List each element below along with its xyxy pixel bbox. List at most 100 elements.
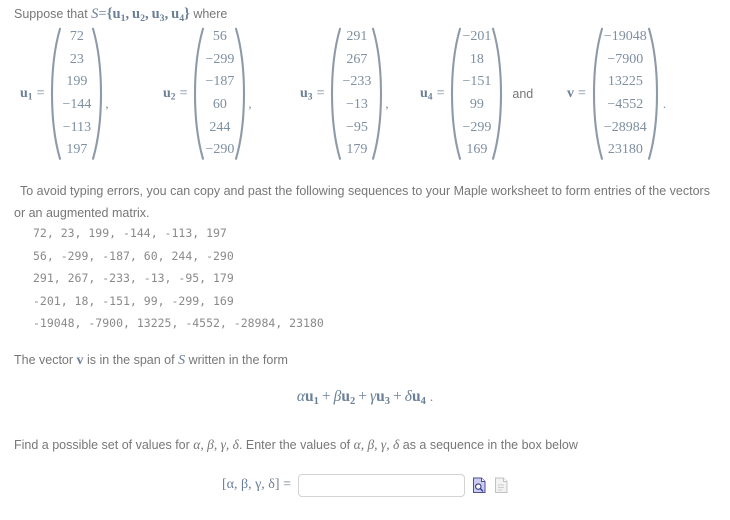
vector-group-v: v = −19048 −7900 13225 −4552 −28984 2318… [567, 18, 666, 170]
vector-separator-comma: , [105, 96, 109, 111]
term-1: αu1 [296, 388, 319, 407]
vector-separator-comma: , [385, 96, 389, 111]
left-parenthesis-icon [192, 26, 205, 162]
equals-sign-u3: = [316, 86, 325, 101]
vector-group-u2: u2 = 56 −299 −187 60 244 −290 , [163, 18, 254, 170]
vector-entry: 56 [212, 29, 227, 45]
vector-entry: −113 [62, 119, 92, 135]
document-icon[interactable] [494, 477, 509, 494]
vector-entries-u4: −201 18 −151 99 −299 169 [462, 26, 491, 162]
term-2: βu2 [333, 388, 356, 407]
greek-list-1: α, β, γ, δ [193, 437, 239, 452]
right-parenthesis-icon [491, 26, 504, 162]
vector-entry: 291 [346, 29, 368, 45]
vector-entry: 99 [469, 97, 484, 112]
vector-group-u4: u4 = −201 18 −151 99 −299 169 and [420, 18, 539, 170]
find-sentence-part1: Find a possible set of values for [14, 438, 190, 452]
greek-list-2: α, β, γ, δ [353, 437, 400, 452]
right-parenthesis-icon [91, 26, 104, 162]
answer-row: [α, β, γ, δ] = [222, 470, 509, 500]
right-parenthesis-icon [371, 26, 384, 162]
vector-entry: 267 [346, 51, 368, 67]
vector-entries-u2: 56 −299 −187 60 244 −290 [205, 26, 234, 162]
span-sentence: The vector v is in the span of S written… [14, 349, 288, 372]
vector-entry: −233 [342, 74, 372, 90]
equals-sign-u1: = [36, 86, 45, 101]
span-sentence-part3: written in the form [188, 353, 288, 367]
vector-entry: 13225 [607, 74, 643, 90]
vector-group-u1: u1 = 72 23 199 −144 −113 197 , [20, 18, 111, 170]
vector-entry: −144 [62, 97, 92, 112]
left-parenthesis-icon [329, 26, 342, 162]
term-3: γu3 [370, 388, 391, 407]
formula-trailing-period: . [429, 389, 434, 404]
vector-entry: −4552 [607, 97, 644, 112]
vector-label-v: v [567, 86, 574, 101]
vector-entry: 23 [69, 51, 84, 67]
vector-matrix-u3: 291 267 −233 −13 −95 179 [329, 26, 384, 162]
vector-entry: 169 [466, 142, 488, 158]
equals-sign-u2: = [179, 86, 188, 101]
vector-entry: 18 [469, 51, 484, 67]
vector-entry: −13 [345, 97, 368, 112]
equals-sign-u4: = [436, 86, 445, 101]
vector-entry: 60 [212, 97, 227, 112]
span-set-symbol: S [178, 353, 186, 368]
vector-entry: −299 [205, 51, 235, 67]
copy-paste-note: To avoid typing errors, you can copy and… [14, 184, 710, 220]
sequence-line[interactable]: 56, -299, -187, 60, 244, -290 [33, 245, 324, 268]
vector-label-u4: u4 [420, 86, 433, 103]
vector-entries-u3: 291 267 −233 −13 −95 179 [342, 26, 371, 162]
vector-label-u2: u2 [163, 86, 176, 103]
vector-matrix-u4: −201 18 −151 99 −299 169 [449, 26, 504, 162]
left-parenthesis-icon [591, 26, 604, 162]
sequence-list: 72, 23, 199, -144, -113, 197 56, -299, -… [33, 222, 324, 335]
document-preview-icon[interactable] [472, 477, 487, 494]
trailing-period: . [662, 96, 667, 111]
vector-entry: −299 [462, 119, 492, 135]
span-vector-symbol: v [76, 353, 84, 368]
plus-operator: + [393, 388, 402, 405]
vector-entries-u1: 72 23 199 −144 −113 197 [62, 26, 91, 162]
equals-sign-v: = [578, 86, 586, 101]
plus-operator: + [358, 388, 368, 405]
sequence-line[interactable]: 72, 23, 199, -144, -113, 197 [33, 222, 324, 245]
vector-entry: 23180 [607, 142, 643, 158]
vector-label-u1: u1 [20, 86, 33, 103]
left-parenthesis-icon [449, 26, 462, 162]
plus-operator: + [321, 388, 331, 405]
vector-group-u3: u3 = 291 267 −233 −13 −95 179 , [300, 18, 391, 170]
vectors-row: u1 = 72 23 199 −144 −113 197 , u2 = 56 −… [0, 18, 730, 170]
vector-entry: 72 [69, 29, 84, 45]
term-4: δu4 [404, 388, 426, 407]
vector-entries-v: −19048 −7900 13225 −4552 −28984 23180 [604, 26, 647, 162]
answer-label: [α, β, γ, δ] = [222, 477, 291, 492]
find-sentence-part2: . Enter the values of [238, 438, 351, 452]
span-sentence-part1: The vector [14, 353, 74, 367]
right-parenthesis-icon [234, 26, 247, 162]
vector-label-u3: u3 [300, 86, 313, 103]
problem-page: Suppose that S={u1, u2, u3, u4} where u1… [0, 0, 730, 520]
vector-entry: −95 [345, 119, 368, 135]
sequence-line[interactable]: 291, 267, -233, -13, -95, 179 [33, 267, 324, 290]
vector-separator-comma: , [248, 96, 252, 111]
vector-entry: −7900 [607, 51, 644, 67]
vector-entry: −151 [462, 74, 492, 90]
sequence-line[interactable]: -19048, -7900, 13225, -4552, -28984, 231… [33, 312, 324, 335]
vector-entry: −187 [205, 74, 235, 90]
vector-entry: 179 [346, 142, 368, 158]
vector-entry: −19048 [603, 29, 647, 45]
and-connector-text: and [512, 87, 534, 101]
sequence-line[interactable]: -201, 18, -151, 99, -299, 169 [33, 290, 324, 313]
vector-entry: 197 [66, 142, 88, 158]
vector-entry: −28984 [603, 119, 647, 135]
vector-matrix-v: −19048 −7900 13225 −4552 −28984 23180 [591, 26, 660, 162]
left-parenthesis-icon [49, 26, 62, 162]
answer-input[interactable] [297, 473, 465, 497]
right-parenthesis-icon [647, 26, 660, 162]
vector-entry: −201 [462, 29, 492, 45]
vector-matrix-u1: 72 23 199 −144 −113 197 [49, 26, 104, 162]
span-sentence-part2: is in the span of [87, 353, 175, 367]
find-sentence-part3: as a sequence in the box below [402, 438, 578, 452]
linear-combination-formula: αu1 + βu2 + γu3 + δu4. [0, 388, 730, 407]
